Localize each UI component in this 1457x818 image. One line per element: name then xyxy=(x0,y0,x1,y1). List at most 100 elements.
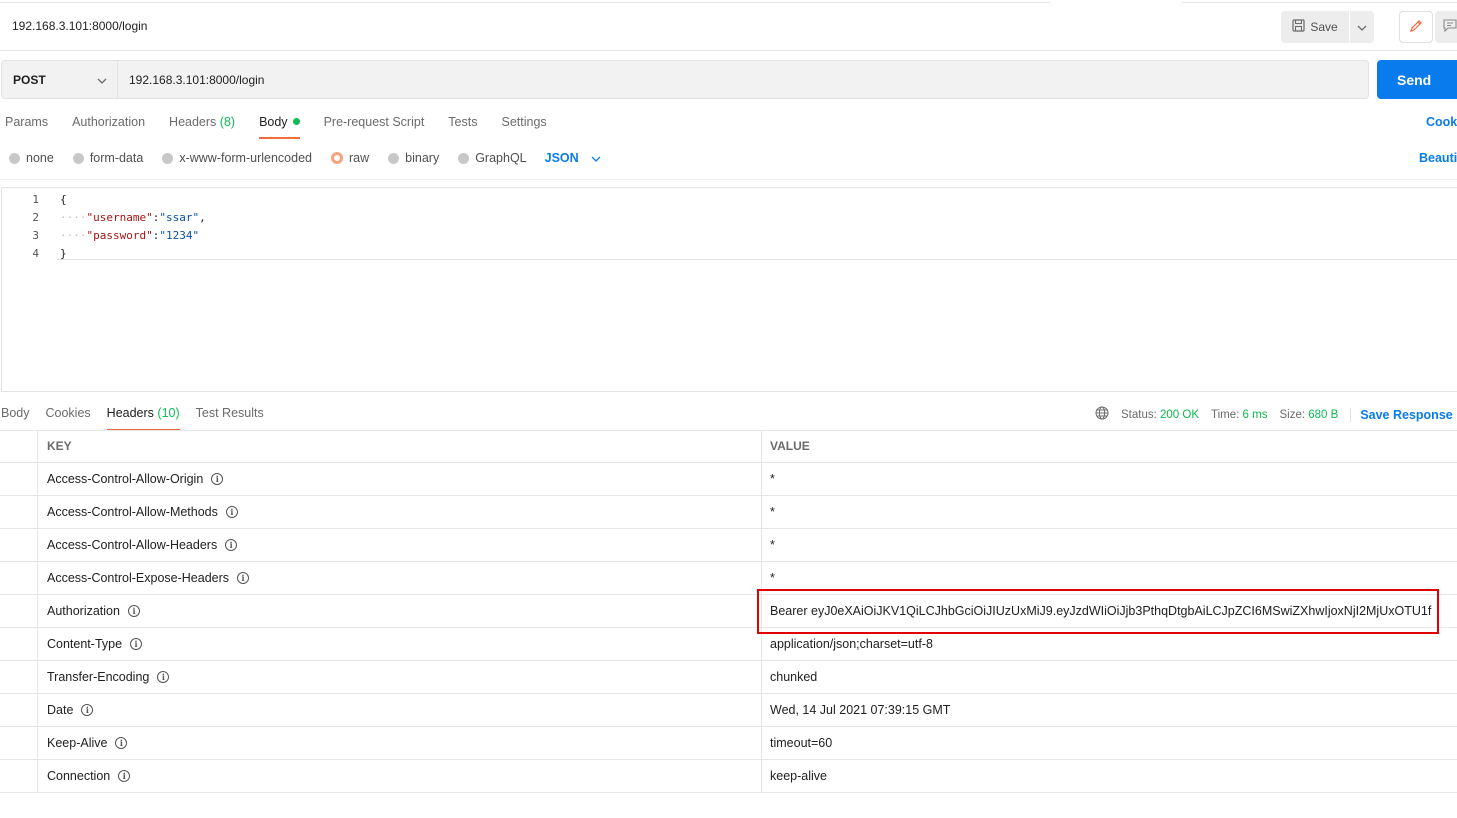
save-response-button[interactable]: Save Response xyxy=(1350,407,1453,422)
header-key[interactable]: Transfer-Encoding xyxy=(47,670,149,684)
header-key[interactable]: Content-Type xyxy=(47,637,122,651)
code-line: 3 ····"password":"1234" xyxy=(2,226,199,244)
chevron-down-icon xyxy=(1357,20,1367,34)
comments-button[interactable] xyxy=(1435,11,1457,43)
table-row: Access-Control-Allow-Methods i * xyxy=(0,496,1457,529)
authorization-highlight-box xyxy=(757,589,1439,634)
header-value[interactable]: * xyxy=(762,496,1457,528)
response-tab-headers[interactable]: Headers (10) xyxy=(106,406,180,431)
column-header-value: VALUE xyxy=(770,439,810,453)
response-tab-cookies[interactable]: Cookies xyxy=(46,406,91,431)
size-label: Size: xyxy=(1279,408,1306,421)
request-title[interactable]: 192.168.3.101:8000/login xyxy=(12,19,147,33)
beautify-link[interactable]: Beautif xyxy=(1419,151,1457,165)
url-bar: POST xyxy=(1,60,1369,99)
header-value[interactable]: Wed, 14 Jul 2021 07:39:15 GMT xyxy=(762,694,1457,726)
save-label: Save xyxy=(1310,20,1338,34)
row-gutter xyxy=(0,760,38,792)
header-key[interactable]: Connection xyxy=(47,769,110,783)
info-icon[interactable]: i xyxy=(130,638,143,650)
current-line-highlight xyxy=(57,250,1457,260)
header-key[interactable]: Access-Control-Allow-Origin xyxy=(47,472,203,486)
header-key[interactable]: Access-Control-Allow-Methods xyxy=(47,505,218,519)
info-icon[interactable]: i xyxy=(225,506,238,518)
row-gutter xyxy=(0,529,38,561)
radio-raw-label: raw xyxy=(349,151,370,165)
response-status-bar: Status: 200 OK Time: 6 ms Size: 680 B Sa… xyxy=(1095,406,1453,423)
row-gutter xyxy=(0,496,38,528)
code-editor[interactable]: 1 { 2 ····"username":"ssar", 3 ····"pass… xyxy=(1,187,1457,392)
radio-form-data-label: form-data xyxy=(89,151,144,165)
tab-headers-count: (8) xyxy=(219,115,236,129)
send-button[interactable]: Send xyxy=(1377,60,1457,99)
header-key[interactable]: Access-Control-Allow-Headers xyxy=(47,538,217,552)
json-value: "ssar" xyxy=(159,210,200,224)
tab-pre-request-script[interactable]: Pre-request Script xyxy=(324,115,425,139)
header-value[interactable]: * xyxy=(762,463,1457,495)
tab-body[interactable]: Body xyxy=(259,115,300,139)
body-indicator-dot xyxy=(292,118,300,125)
radio-graphql[interactable]: GraphQL xyxy=(458,151,527,165)
method-select[interactable]: POST xyxy=(2,61,118,98)
header-value[interactable]: timeout=60 xyxy=(762,727,1457,759)
indent-dots: ···· xyxy=(60,228,87,242)
header-value[interactable]: * xyxy=(762,529,1457,561)
code-text: ····"password":"1234" xyxy=(60,228,200,242)
header-value[interactable]: chunked xyxy=(762,661,1457,693)
tab-params[interactable]: Params xyxy=(5,115,48,139)
cookies-link[interactable]: Cook xyxy=(1426,115,1457,129)
radio-binary-label: binary xyxy=(405,151,440,165)
line-number: 3 xyxy=(32,228,39,242)
info-icon[interactable]: i xyxy=(127,605,140,617)
url-input[interactable] xyxy=(118,61,1368,98)
row-gutter xyxy=(0,463,38,495)
radio-urlencoded[interactable]: x-www-form-urlencoded xyxy=(162,151,312,165)
response-tab-body[interactable]: Body xyxy=(1,406,30,431)
info-icon[interactable]: i xyxy=(157,671,170,683)
header-value[interactable]: keep-alive xyxy=(762,760,1457,792)
row-gutter xyxy=(0,430,38,462)
status-label: Status: xyxy=(1121,408,1157,421)
tab-strip-border-right xyxy=(1182,0,1457,3)
radio-none[interactable]: none xyxy=(9,151,54,165)
json-key: "password" xyxy=(86,228,153,242)
header-key-cell: Transfer-Encoding i xyxy=(38,661,762,693)
size: Size: 680 B xyxy=(1279,409,1338,421)
radio-circle xyxy=(388,152,400,164)
tab-authorization[interactable]: Authorization xyxy=(72,115,145,139)
save-group: Save xyxy=(1281,11,1374,43)
info-icon[interactable]: i xyxy=(237,572,250,584)
radio-circle xyxy=(9,152,20,164)
radio-binary[interactable]: binary xyxy=(388,151,439,165)
tab-settings[interactable]: Settings xyxy=(501,115,546,139)
header-key[interactable]: Access-Control-Expose-Headers xyxy=(47,571,229,585)
save-button[interactable]: Save xyxy=(1281,11,1349,43)
tab-strip-border xyxy=(0,0,1050,3)
format-select[interactable]: JSON xyxy=(545,151,601,165)
radio-form-data[interactable]: form-data xyxy=(72,151,144,165)
response-tab-test-results[interactable]: Test Results xyxy=(196,406,264,431)
method-label: POST xyxy=(13,72,46,87)
header-key[interactable]: Authorization xyxy=(47,604,120,618)
time: Time: 6 ms xyxy=(1211,409,1267,421)
info-icon[interactable]: i xyxy=(225,539,238,551)
radio-raw[interactable]: raw xyxy=(331,151,369,165)
table-row: Connection i keep-alive xyxy=(0,760,1457,793)
info-icon[interactable]: i xyxy=(118,770,131,782)
save-dropdown-button[interactable] xyxy=(1350,11,1374,43)
tab-headers[interactable]: Headers (8) xyxy=(169,115,235,139)
table-row: Transfer-Encoding i chunked xyxy=(0,661,1457,694)
globe-icon[interactable] xyxy=(1095,406,1109,423)
header-key[interactable]: Keep-Alive xyxy=(47,736,107,750)
radio-circle-selected xyxy=(331,152,343,164)
chevron-down-icon xyxy=(97,73,107,87)
info-icon[interactable]: i xyxy=(211,473,224,485)
radio-graphql-label: GraphQL xyxy=(475,151,527,165)
edit-button[interactable] xyxy=(1399,11,1433,43)
radio-urlencoded-label: x-www-form-urlencoded xyxy=(179,151,312,165)
tab-tests[interactable]: Tests xyxy=(448,115,477,139)
json-key: "username" xyxy=(86,210,153,224)
info-icon[interactable]: i xyxy=(81,704,94,716)
header-key[interactable]: Date xyxy=(47,703,73,717)
info-icon[interactable]: i xyxy=(115,737,128,749)
